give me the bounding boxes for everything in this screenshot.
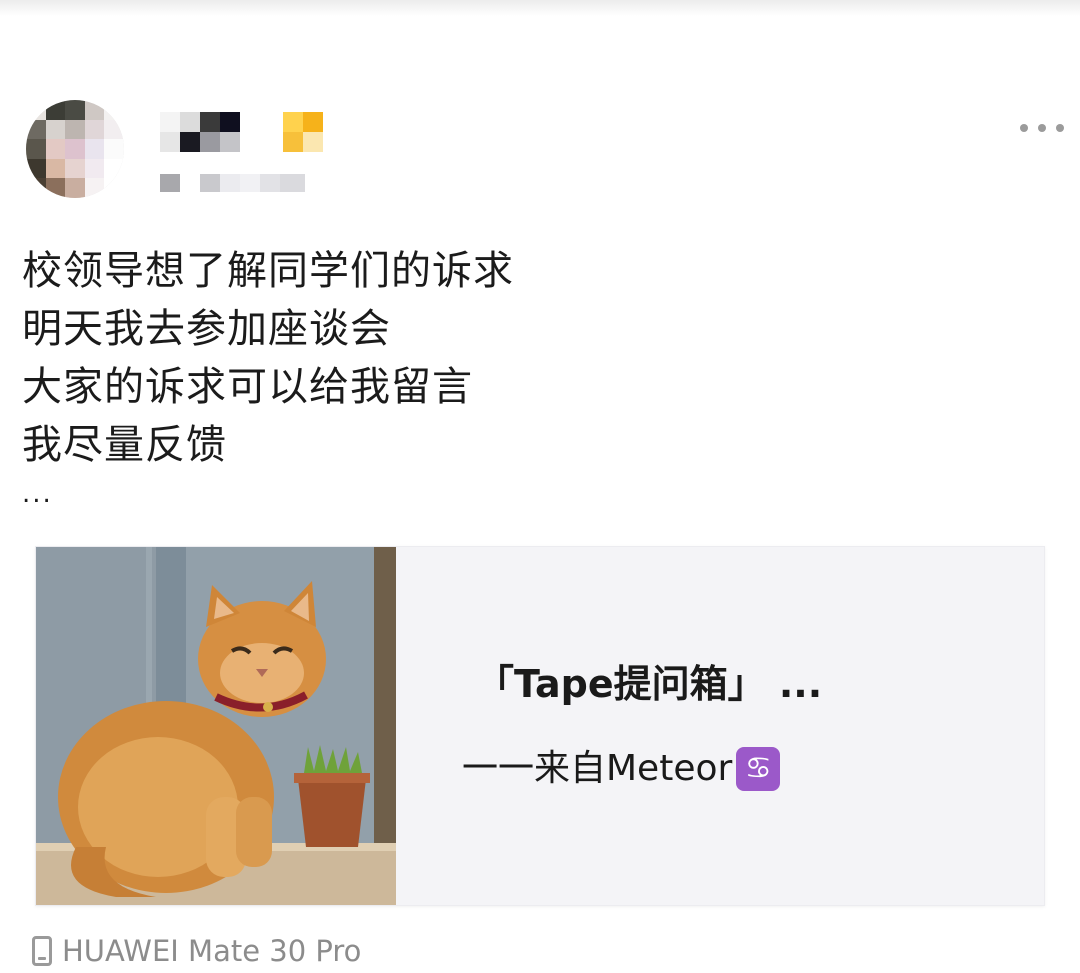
cancer-zodiac-icon: ♋ xyxy=(736,747,781,791)
device-name: HUAWEI Mate 30 Pro xyxy=(62,934,362,968)
link-card-source: 一一来自Meteor xyxy=(462,748,733,789)
status-strip xyxy=(0,0,1080,16)
post-ellipsis: ... xyxy=(22,479,53,509)
link-card-subtitle: 一一来自Meteor ♋ xyxy=(462,745,781,793)
link-card[interactable]: 「Tape提问箱」 ... 一一来自Meteor ♋ xyxy=(35,546,1045,906)
post-line: 明天我去参加座谈会 xyxy=(22,306,391,352)
avatar[interactable] xyxy=(26,100,124,198)
post-line: 校领导想了解同学们的诉求 xyxy=(22,248,514,294)
more-dots-icon xyxy=(1020,124,1028,132)
post-line: 大家的诉求可以给我留言 xyxy=(22,364,473,410)
device-source: HUAWEI Mate 30 Pro xyxy=(32,934,361,968)
post-content: 校领导想了解同学们的诉求 明天我去参加座谈会 大家的诉求可以给我留言 我尽量反馈… xyxy=(22,242,1022,514)
username-redacted[interactable] xyxy=(160,112,240,152)
post-line: 我尽量反馈 xyxy=(22,422,227,468)
post-meta-redacted xyxy=(160,174,305,192)
phone-icon xyxy=(32,936,52,966)
link-card-body: 「Tape提问箱」 ... 一一来自Meteor ♋ xyxy=(426,547,1024,905)
link-card-title: 「Tape提问箱」 ... xyxy=(476,662,823,706)
cat-thumbnail-image xyxy=(36,547,396,905)
vip-badge-icon xyxy=(283,112,323,152)
more-options-button[interactable] xyxy=(1020,118,1064,138)
